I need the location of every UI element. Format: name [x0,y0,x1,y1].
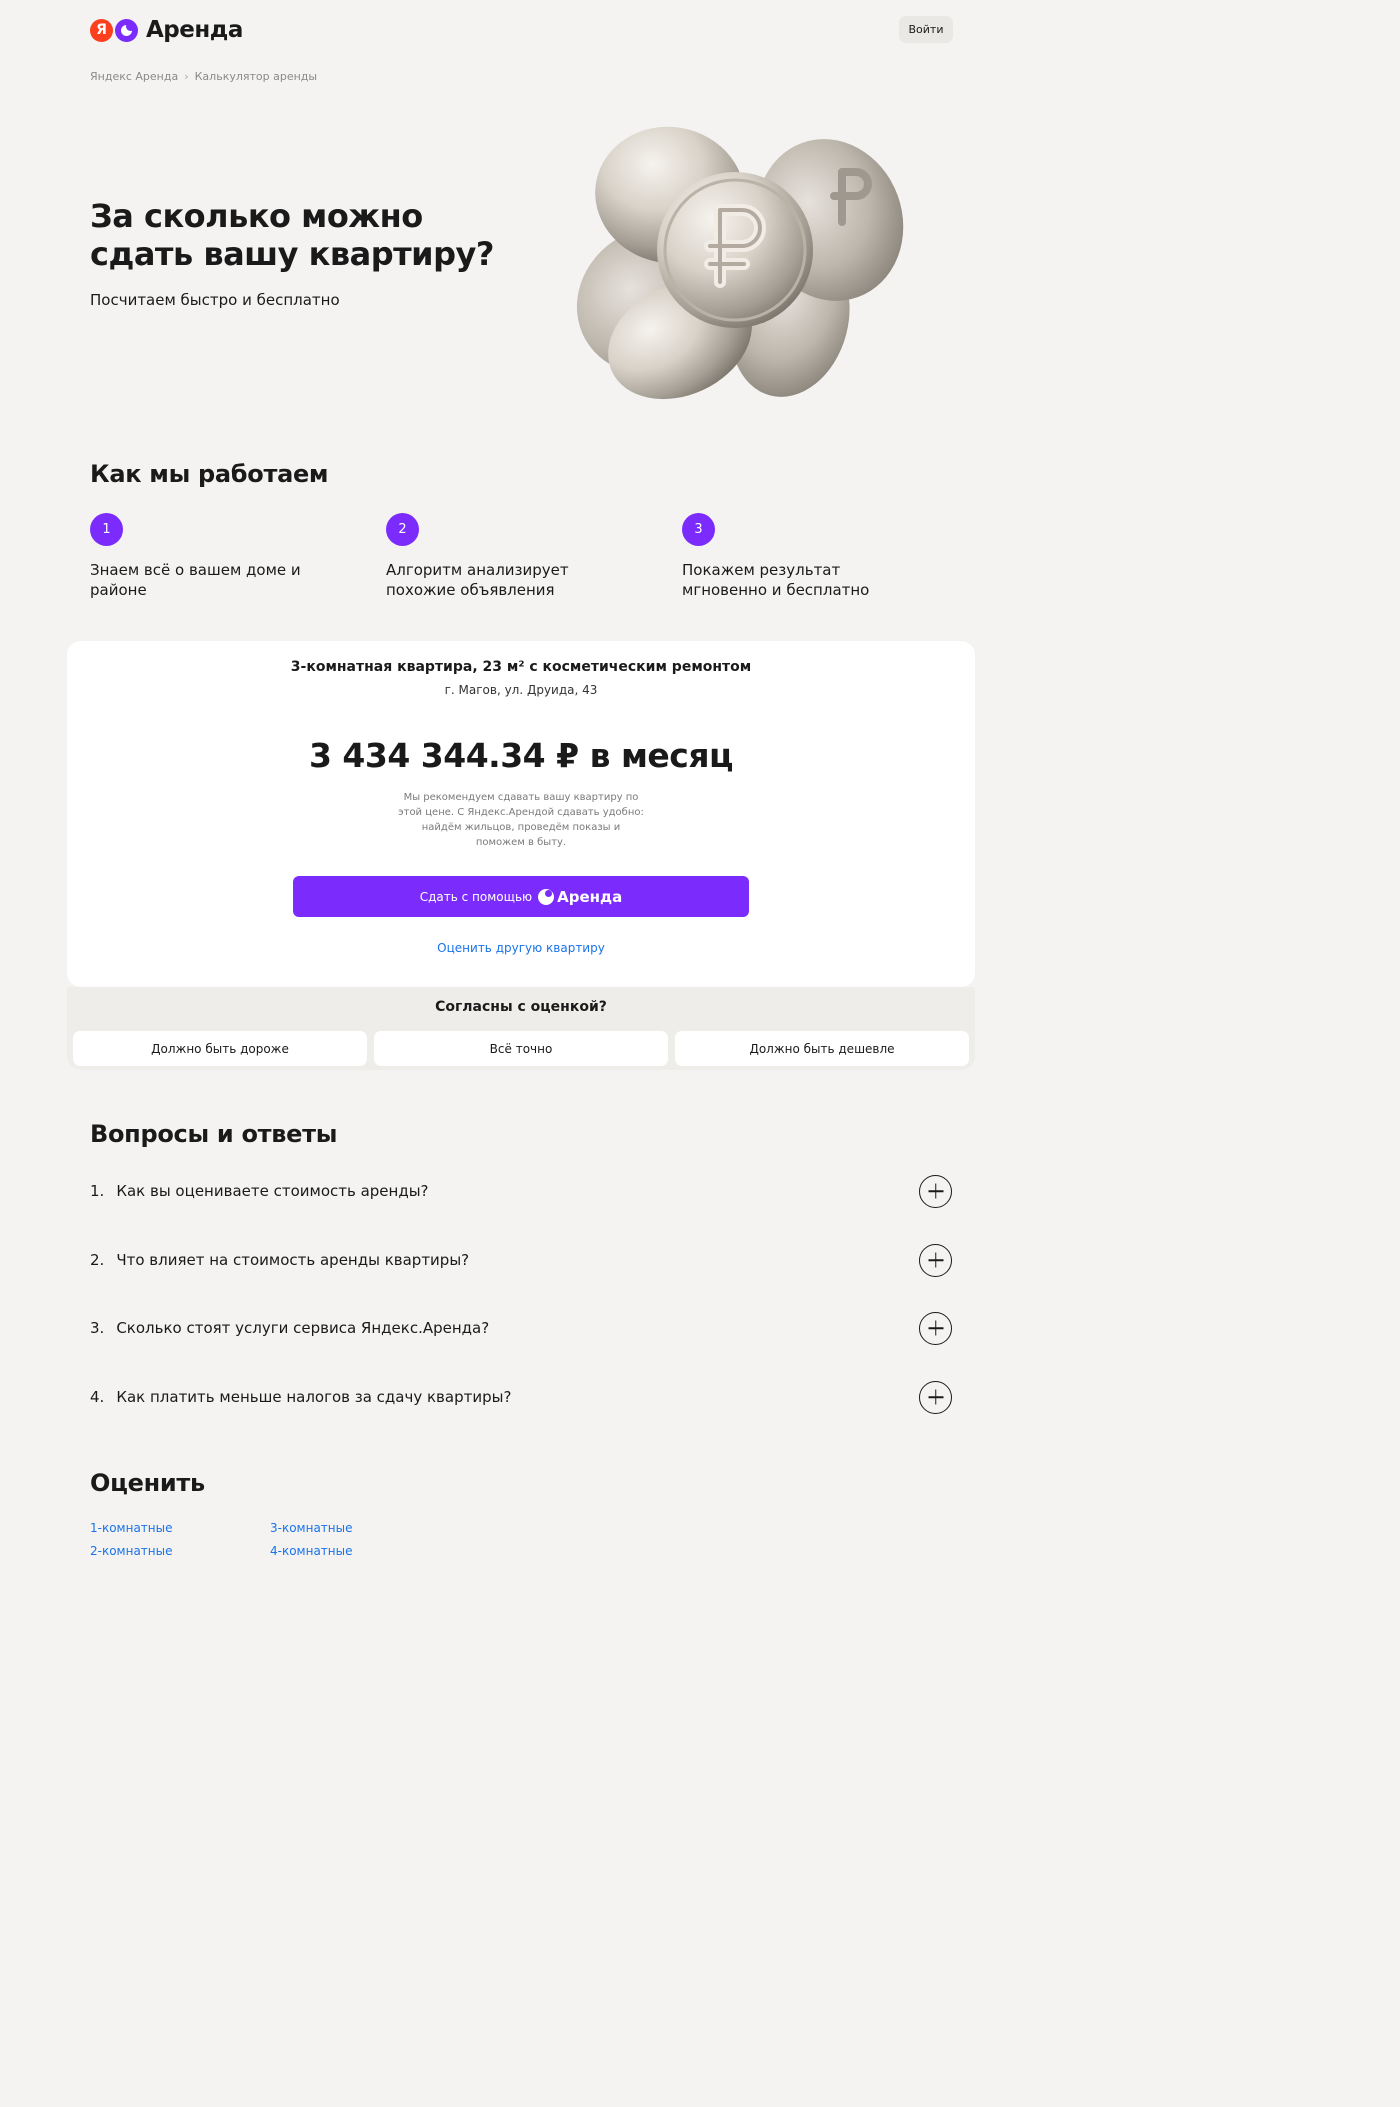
step-2: 2 Алгоритм анализирует похожие объявлени… [386,513,616,600]
faq-number: 2. [90,1251,105,1269]
faq-question-text: Как платить меньше налогов за сдачу квар… [116,1388,512,1406]
page-subtitle: Посчитаем быстро и бесплатно [90,291,340,309]
faq-number: 4. [90,1388,105,1406]
step-1: 1 Знаем всё о вашем доме и районе [90,513,320,600]
login-button[interactable]: Войти [899,16,953,43]
step-3: 3 Покажем результат мгновенно и бесплатн… [682,513,912,600]
yandex-logo-icon: Я [90,18,113,42]
step-number-badge: 3 [682,513,715,546]
faq-title: Вопросы и ответы [90,1120,338,1148]
plus-icon[interactable] [919,1174,952,1208]
faq-question-text: Что влияет на стоимость аренды квартиры? [116,1251,470,1269]
plus-icon[interactable] [919,1380,952,1414]
price-note: Мы рекомендуем сдавать вашу квартиру по … [398,792,644,848]
arenda-logo-icon [115,18,138,42]
faq-number: 3. [90,1319,105,1337]
feedback-exact-button[interactable]: Всё точно [374,1031,668,1066]
cta-brand: Аренда [538,888,622,906]
step-text: Алгоритм анализирует похожие объявления [386,561,569,599]
feedback-title: Согласны с оценкой? [435,999,607,1015]
step-text: Покажем результат мгновенно и бесплатно [682,561,870,599]
estimate-link-4-room[interactable]: 4-комнатные [270,1544,353,1558]
step-number-badge: 2 [386,513,419,546]
faq-item[interactable]: 4. Как платить меньше налогов за сдачу к… [90,1379,952,1415]
cta-label: Сдать с помощью [419,889,533,904]
faq-question: 3. Сколько стоят услуги сервиса Яндекс.А… [90,1319,489,1337]
flat-address: г. Магов, ул. Друида, 43 [444,683,598,697]
step-number-badge: 1 [90,513,123,546]
faq-question-text: Сколько стоят услуги сервиса Яндекс.Арен… [116,1319,490,1337]
estimate-title: Оценить [90,1469,205,1497]
arenda-logo-icon [538,888,555,905]
estimate-link-2-room[interactable]: 2-комнатные [90,1544,173,1558]
faq-question: 2. Что влияет на стоимость аренды кварти… [90,1251,469,1269]
feedback-more-expensive-button[interactable]: Должно быть дороже [73,1031,367,1066]
flat-description: 3-комнатная квартира, 23 м² с косметичес… [290,659,752,675]
breadcrumb-separator: › [184,70,189,83]
faq-question: 1. Как вы оцениваете стоимость аренды? [90,1182,429,1200]
logo-text: Аренда [146,17,243,43]
how-we-work-title: Как мы работаем [90,460,329,488]
faq-item[interactable]: 1. Как вы оцениваете стоимость аренды? [90,1173,952,1209]
faq-number: 1. [90,1182,105,1200]
faq-item[interactable]: 3. Сколько стоят услуги сервиса Яндекс.А… [90,1310,952,1346]
estimate-link-3-room[interactable]: 3-комнатные [270,1521,353,1535]
faq-item[interactable]: 2. Что влияет на стоимость аренды кварти… [90,1242,952,1278]
estimate-link-1-room[interactable]: 1-комнатные [90,1521,173,1535]
rent-with-arenda-button[interactable]: Сдать с помощью Аренда [293,876,749,917]
step-text: Знаем всё о вашем доме и районе [90,561,301,599]
plus-icon[interactable] [919,1243,952,1277]
cta-brand-text: Аренда [557,887,623,906]
estimate-other-flat-link[interactable]: Оценить другую квартиру [67,941,975,955]
ruble-coins-illustration [576,126,904,400]
rent-price: 3 434 344.34 ₽ в месяц [308,736,734,775]
breadcrumb-item-home[interactable]: Яндекс Аренда [90,70,178,83]
feedback-cheaper-button[interactable]: Должно быть дешевле [675,1031,969,1066]
page-title: За сколько можно сдать вашу квартиру? [90,197,494,273]
plus-icon[interactable] [919,1311,952,1345]
logo[interactable]: Я Аренда [90,16,243,44]
faq-question-text: Как вы оцениваете стоимость аренды? [116,1182,429,1200]
breadcrumb-item-current: Калькулятор аренды [194,70,318,83]
faq-question: 4. Как платить меньше налогов за сдачу к… [90,1388,511,1406]
breadcrumb: Яндекс Аренда › Калькулятор аренды [90,70,317,83]
